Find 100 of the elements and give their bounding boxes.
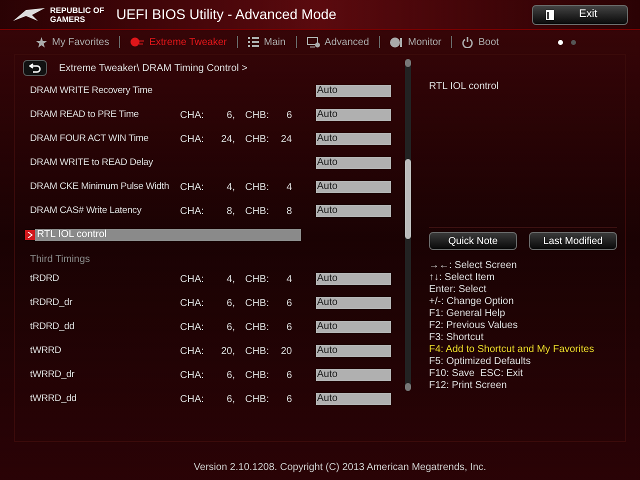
channel-label: CHB: [244, 368, 269, 382]
channel-label: CHA: [180, 344, 205, 358]
setting-label: tWRRD_dr [30, 368, 76, 382]
option-dropdown[interactable]: Auto [316, 205, 391, 217]
option-dropdown[interactable]: Auto [316, 109, 391, 121]
option-dropdown[interactable]: Auto [316, 181, 391, 193]
channel-label: CHB: [244, 392, 269, 406]
option-dropdown[interactable]: Auto [316, 369, 391, 381]
channel-label: CHA: [180, 180, 205, 194]
setting-label: tRDRD [30, 272, 60, 286]
setting-label: DRAM CKE Minimum Pulse Width [30, 180, 170, 194]
channel-label: CHB: [244, 296, 269, 310]
key-hint: F5: Optimized Defaults [429, 356, 532, 368]
channel-label: CHA: [180, 204, 205, 218]
tab[interactable]: Advanced [306, 34, 370, 50]
channel-value: 4, [226, 272, 235, 286]
channel-label: CHA: [180, 368, 205, 382]
channel-value: 6 [285, 368, 292, 382]
back-arrow-icon [29, 63, 41, 73]
channel-label: CHA: [180, 320, 205, 334]
channel-value: 6, [226, 392, 235, 406]
key-hint: +/-: Change Option [429, 296, 515, 308]
option-dropdown[interactable]: Auto [316, 393, 391, 405]
setting-label: tRDRD_dr [30, 296, 74, 310]
power-icon [462, 36, 474, 48]
section-heading: Third Timings [30, 253, 90, 267]
help-button[interactable]: Quick Note [429, 232, 517, 250]
option-dropdown[interactable]: Auto [316, 273, 391, 285]
channel-value: 6, [226, 320, 235, 334]
star-icon [36, 36, 47, 48]
channel-label: CHA: [180, 296, 205, 310]
submenu-arrow-icon [25, 230, 35, 240]
channel-value: 20, [220, 344, 235, 358]
setting-label: DRAM FOUR ACT WIN Time [30, 132, 150, 146]
window-title: UEFI BIOS Utility - Advanced Mode [116, 5, 336, 24]
setting-label: tWRRD_dd [30, 392, 78, 406]
channel-label: CHA: [180, 132, 205, 146]
channel-value: 6 [285, 108, 292, 122]
channel-value: 6, [226, 296, 235, 310]
channel-label: CHB: [244, 180, 269, 194]
channel-value: 4 [285, 180, 292, 194]
setting-label: DRAM WRITE Recovery Time [30, 84, 154, 98]
channel-label: CHB: [244, 272, 269, 286]
channel-value: 4 [285, 272, 292, 286]
option-dropdown[interactable]: Auto [316, 85, 391, 97]
channel-value: 6 [285, 296, 292, 310]
tab[interactable]: Monitor [390, 34, 442, 50]
back-button[interactable] [23, 60, 47, 76]
exit-button[interactable]: Exit [532, 4, 628, 24]
key-hint: F10: Save ESC: Exit [429, 368, 524, 380]
help-button[interactable]: Last Modified [529, 232, 617, 250]
key-hint: F12: Print Screen [429, 380, 508, 392]
tab[interactable]: Boot [462, 34, 499, 50]
channel-value: 6 [285, 392, 292, 406]
key-hint: Enter: Select [429, 284, 488, 296]
option-dropdown[interactable]: Auto [316, 297, 391, 309]
channel-label: CHB: [244, 344, 269, 358]
key-hint: F3: Shortcut [429, 332, 484, 344]
setting-label: DRAM READ to PRE Time [30, 108, 140, 122]
channel-value: 6 [285, 320, 292, 334]
channel-value: 8, [226, 204, 235, 218]
key-hint: F1: General Help [429, 308, 506, 320]
channel-label: CHB: [244, 132, 269, 146]
list-icon [248, 37, 259, 47]
scrollbar[interactable] [405, 59, 411, 391]
monitor-icon [306, 36, 320, 48]
breadcrumb: Extreme Tweaker\ DRAM Timing Control > [59, 62, 248, 76]
key-hint: F2: Previous Values [429, 320, 519, 332]
channel-label: CHA: [180, 108, 205, 122]
channel-label: CHB: [244, 320, 269, 334]
help-description: RTL IOL control [429, 80, 500, 94]
channel-label: CHB: [244, 204, 269, 218]
option-dropdown[interactable]: Auto [316, 157, 391, 169]
tab[interactable]: My Favorites [36, 34, 110, 50]
channel-label: CHA: [180, 392, 205, 406]
channel-label: CHA: [180, 272, 205, 286]
brand-text: GAMERS [50, 14, 86, 24]
channel-label: CHB: [244, 108, 269, 122]
tab[interactable]: Extreme Tweaker [130, 34, 227, 50]
setting-label: tRDRD_dd [30, 320, 76, 334]
setting-label: tWRRD [30, 344, 62, 358]
logo-icon [12, 6, 46, 22]
setting-label: DRAM WRITE to READ Delay [30, 156, 154, 170]
option-dropdown[interactable]: Auto [316, 345, 391, 357]
channel-value: 4, [226, 180, 235, 194]
tab[interactable]: Main [248, 34, 286, 50]
channel-value: 6, [226, 368, 235, 382]
key-hint: →←: Select Screen [429, 260, 518, 272]
key-hint: F4: Add to Shortcut and My Favorites [429, 344, 596, 356]
channel-value: 6, [226, 108, 235, 122]
exit-door-icon [545, 8, 555, 20]
option-dropdown[interactable]: Auto [316, 133, 391, 145]
setting-label: DRAM CAS# Write Latency [30, 204, 142, 218]
key-hint: ↑↓: Select Item [429, 272, 496, 284]
brand-text: REPUBLIC OF [50, 6, 104, 14]
channel-value: 24, [220, 132, 235, 146]
version-text: Version 2.10.1208. Copyright (C) 2013 American Megatrends, Inc. [192, 461, 488, 475]
channel-value: 8 [285, 204, 292, 218]
option-dropdown[interactable]: Auto [316, 321, 391, 333]
channel-value: 20 [280, 344, 292, 358]
